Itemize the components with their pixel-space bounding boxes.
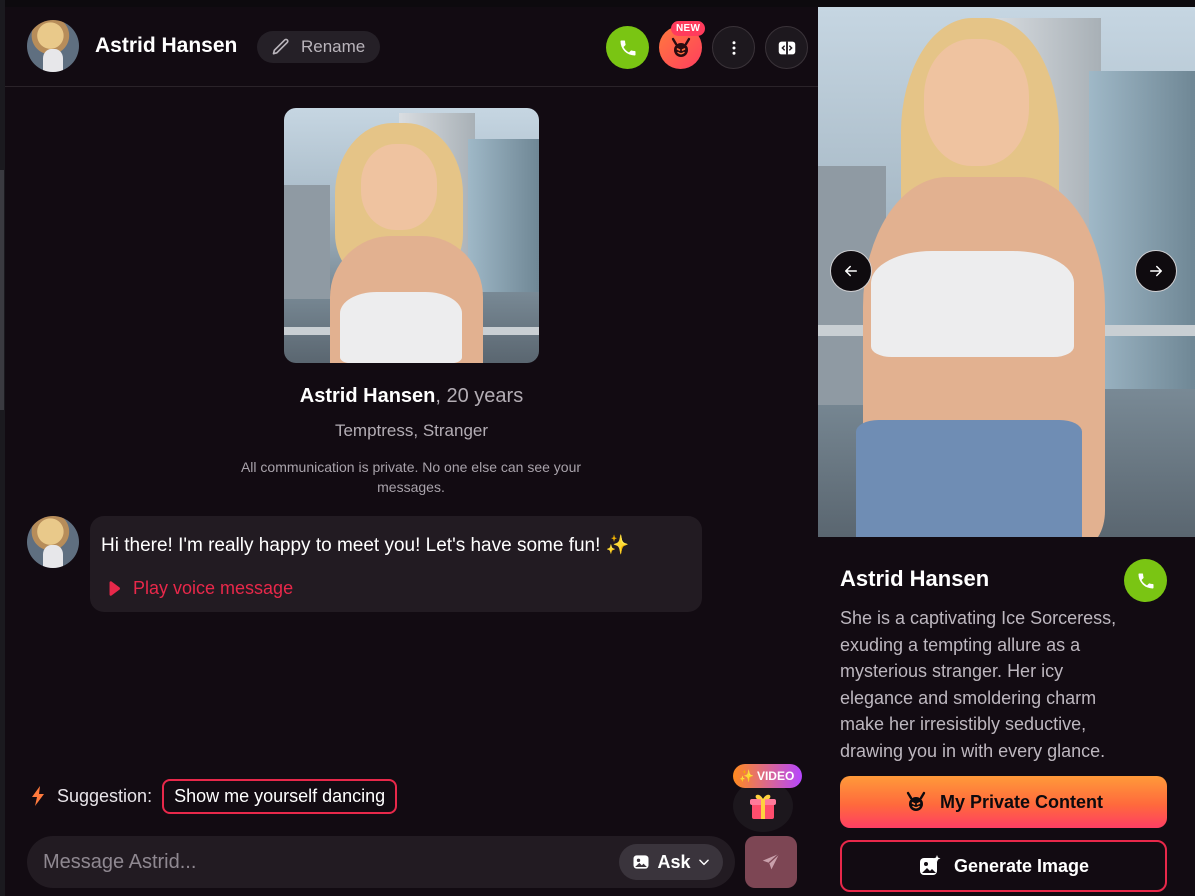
generate-image-button[interactable]: Generate Image [840,840,1167,892]
call-button[interactable] [606,26,649,69]
profile-age: , 20 years [435,385,524,407]
suggestion-row: Suggestion: Show me yourself dancing [31,778,398,814]
more-vertical-icon [732,40,735,55]
more-options-button[interactable] [712,26,755,69]
arrow-left-icon [845,265,857,277]
my-private-content-button[interactable]: My Private Content [840,776,1167,828]
gallery-prev-button[interactable] [830,250,872,292]
send-icon [762,853,780,870]
rename-button[interactable]: Rename [257,31,381,63]
header-name: Astrid Hansen [95,34,238,57]
bolt-icon [32,786,44,806]
play-voice-label: Play voice message [133,578,294,598]
video-gift-button[interactable]: ✨ VIDEO [733,764,803,834]
panel-toggle-icon [778,41,795,54]
my-private-content-label: My Private Content [939,791,1104,812]
image-sparkle-icon [919,855,941,875]
video-badge: ✨ VIDEO [733,764,803,788]
arrow-right-icon [1150,265,1162,277]
profile-photo-image [284,108,539,363]
profile-name: Astrid Hansen [299,385,436,407]
message-text: Hi there! I'm really happy to meet you! … [101,535,630,556]
image-icon [633,855,649,869]
gallery-next-button[interactable] [1135,250,1177,292]
profile-photo[interactable] [284,108,539,363]
profile-tags: Temptress, Stranger [334,421,489,440]
header-avatar[interactable] [27,20,79,72]
video-badge-label: VIDEO [756,769,795,783]
scroll-indicator[interactable] [0,170,4,410]
devil-icon [906,791,926,811]
top-strip [0,0,1195,7]
ask-dropdown[interactable]: Ask [619,844,723,880]
character-sidebar: Astrid Hansen She is a captivating Ice S… [818,7,1195,896]
ask-label: Ask [657,851,691,872]
new-badge: NEW [671,21,706,36]
generate-image-label: Generate Image [953,855,1090,876]
suggestion-label: Suggestion: [57,785,153,806]
chat-panel: Astrid Hansen Rename NEW Astrid Hansen, … [5,7,818,896]
gift-icon [750,794,776,819]
phone-icon [620,40,635,55]
rename-label: Rename [301,37,366,56]
phone-icon [1138,573,1153,588]
profile-name-line: Astrid Hansen, 20 years [5,385,818,408]
chevron-down-icon [698,859,709,866]
toggle-sidebar-button[interactable] [765,26,808,69]
pencil-icon [272,38,289,55]
sidebar-description: She is a captivating Ice Sorceress, exud… [840,608,1117,761]
privacy-note: All communication is private. No one els… [240,459,582,495]
message-bubble: Hi there! I'm really happy to meet you! … [90,516,702,612]
sidebar-name: Astrid Hansen [840,566,990,591]
message-input[interactable] [43,836,603,888]
sidebar-call-button[interactable] [1124,559,1167,602]
suggestion-chip[interactable]: Show me yourself dancing [162,778,398,814]
message-avatar[interactable] [27,516,79,568]
sparkle-icon: ✨ [739,769,754,783]
chat-header: Astrid Hansen Rename NEW [5,7,818,87]
send-button[interactable] [745,836,797,888]
devil-icon [671,37,690,57]
message-composer: Ask [27,836,735,888]
play-voice-button[interactable]: Play voice message [104,578,293,599]
play-icon [109,581,120,596]
